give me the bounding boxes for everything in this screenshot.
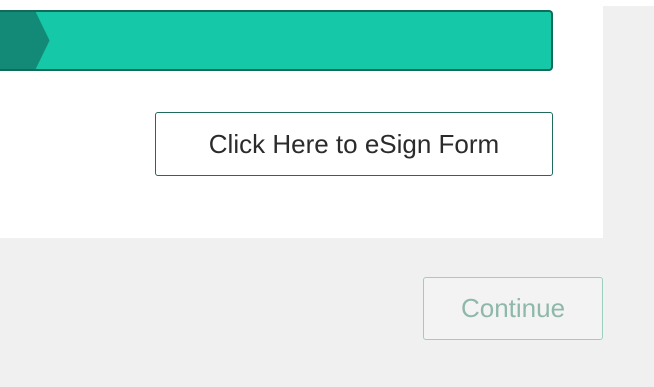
progress-bar (0, 10, 553, 71)
esign-form-button[interactable]: Click Here to eSign Form (155, 112, 553, 176)
continue-button[interactable]: Continue (423, 277, 603, 340)
header-strip (603, 0, 654, 6)
progress-bar-fill (0, 12, 50, 69)
